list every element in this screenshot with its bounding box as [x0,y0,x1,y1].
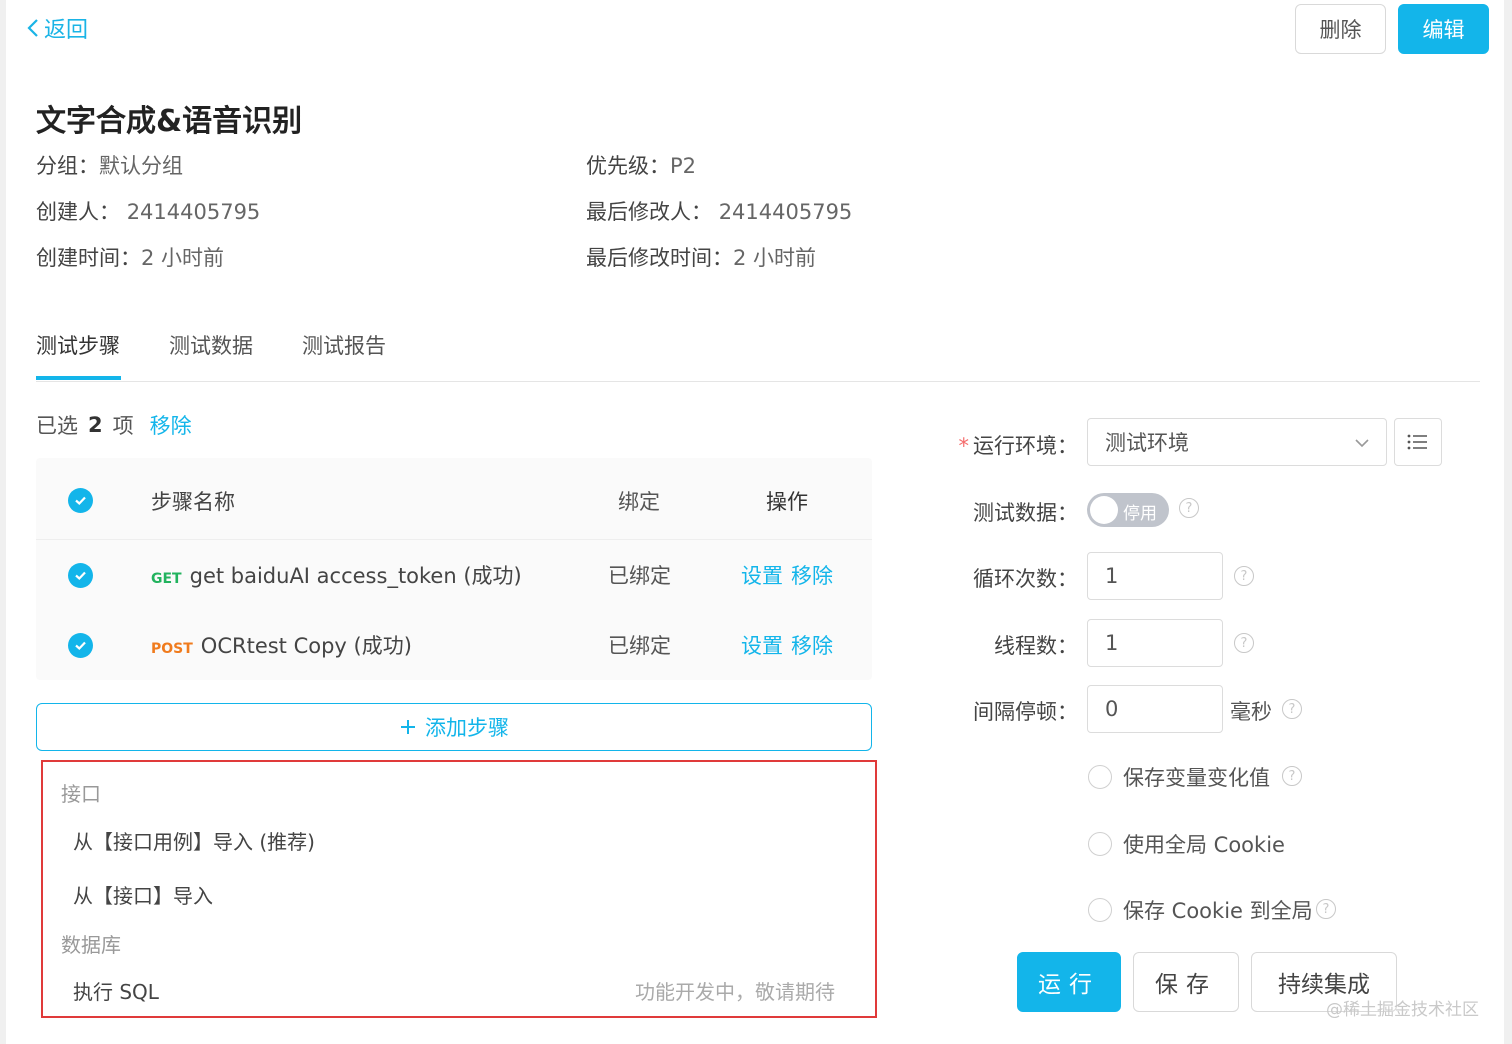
add-step-menu: 接口 从【接口用例】导入 (推荐) 从【接口】导入 数据库 执行 SQL 功能开… [41,760,877,1018]
check-icon [75,641,86,650]
table-row: GET get baiduAI access_token (成功) 已绑定 设置移… [36,540,872,610]
meta-creator: 创建人： 2414405795 [36,200,261,224]
menu-group-api: 接口 [61,782,101,806]
meta-modifier: 最后修改人： 2414405795 [586,200,853,224]
remove-link[interactable]: 移除 [791,564,833,588]
help-icon[interactable]: ? [1282,699,1302,719]
run-button[interactable]: 运行 [1017,952,1121,1012]
loop-count-input[interactable]: 1 [1087,552,1223,600]
menu-item-import-case[interactable]: 从【接口用例】导入 (推荐) [73,826,315,855]
toggle-text: 停用 [1123,504,1157,524]
plus-icon [401,720,415,734]
set-link[interactable]: 设置 [741,634,783,658]
header-step-name: 步骤名称 [151,489,235,514]
chevron-down-icon [1355,439,1369,448]
edit-button[interactable]: 编辑 [1398,4,1489,54]
thread-label: 线程数： [994,634,1078,658]
test-data-toggle[interactable]: 停用 [1087,493,1169,527]
menu-item-import-api[interactable]: 从【接口】导入 [73,880,213,909]
loop-label: 循环次数： [973,567,1078,591]
right-border [1504,0,1512,1044]
table-header: 步骤名称 绑定 操作 [36,462,872,540]
meta-created: 创建时间：2 小时前 [36,246,225,270]
row-checkbox[interactable] [68,632,93,658]
selection-summary: 已选 2 项 移除 [36,410,192,440]
env-list-button[interactable] [1394,418,1442,466]
global-cookie-label: 使用全局 Cookie [1123,833,1285,857]
steps-table: 步骤名称 绑定 操作 GET get baiduAI access_token (… [36,458,872,680]
menu-group-db: 数据库 [61,933,121,957]
left-border [0,0,6,1044]
toggle-knob [1090,496,1118,524]
row-actions: 设置 移除 [741,560,841,590]
help-icon[interactable]: ? [1282,766,1302,786]
add-step-button[interactable]: 添加步骤 [36,703,872,751]
method-badge: POST [151,641,193,657]
env-label: * 运行环境： [958,434,1079,458]
save-button[interactable]: 保存 [1133,952,1239,1012]
interval-unit: 毫秒 [1230,700,1272,724]
help-icon[interactable]: ? [1234,633,1254,653]
check-icon [75,496,86,506]
back-button[interactable]: 返回 [26,12,88,44]
save-var-checkbox[interactable] [1088,765,1112,789]
header-bind: 绑定 [618,489,660,514]
meta-modified: 最后修改时间：2 小时前 [586,246,817,270]
check-icon [75,571,86,580]
page: 返回 删除 编辑 文字合成&语音识别 分组：默认分组 优先级：P2 创建人： 2… [0,0,1512,1044]
header-op: 操作 [766,489,808,514]
bind-status: 已绑定 [608,634,671,658]
page-title: 文字合成&语音识别 [36,104,303,139]
row-checkbox[interactable] [68,562,93,588]
help-icon[interactable]: ? [1234,566,1254,586]
select-all-checkbox[interactable] [68,488,93,513]
save-cookie-checkbox[interactable] [1088,898,1112,922]
set-link[interactable]: 设置 [741,564,783,588]
method-badge: GET [151,571,182,587]
back-label: 返回 [44,18,89,43]
list-icon [1407,434,1427,450]
remove-link[interactable]: 移除 [791,634,833,658]
thread-count-input[interactable]: 1 [1087,619,1223,667]
step-name[interactable]: GET get baiduAI access_token (成功) [151,560,522,590]
meta-priority: 优先级：P2 [586,154,697,178]
step-name[interactable]: POST OCRtest Copy (成功) [151,630,412,660]
chevron-left-icon [27,19,38,37]
save-cookie-label: 保存 Cookie 到全局 [1123,899,1313,923]
test-data-label: 测试数据： [973,501,1078,525]
tab-test-report[interactable]: 测试报告 [302,330,386,360]
selection-count: 2 [88,413,103,437]
interval-label: 间隔停顿： [973,700,1078,724]
help-icon[interactable]: ? [1316,899,1336,919]
tab-test-data[interactable]: 测试数据 [169,330,253,360]
row-actions: 设置 移除 [741,630,841,660]
meta-group: 分组：默认分组 [36,154,183,178]
bind-status: 已绑定 [608,564,671,588]
help-icon[interactable]: ? [1179,498,1199,518]
sql-hint: 功能开发中，敬请期待 [635,980,835,1004]
global-cookie-checkbox[interactable] [1088,832,1112,856]
tab-bar: 测试步骤 测试数据 测试报告 [36,320,1480,382]
table-row: POST OCRtest Copy (成功) 已绑定 设置 移除 [36,610,872,680]
active-tab-indicator [36,376,121,380]
env-select[interactable]: 测试环境 [1087,418,1387,466]
save-var-label: 保存变量变化值 [1123,766,1270,790]
watermark: @稀土掘金技术社区 [1326,1000,1479,1020]
remove-selected-link[interactable]: 移除 [150,410,192,440]
interval-input[interactable]: 0 [1087,685,1223,733]
delete-button[interactable]: 删除 [1295,4,1386,54]
menu-item-sql[interactable]: 执行 SQL [73,976,159,1005]
tab-test-steps[interactable]: 测试步骤 [36,330,120,360]
